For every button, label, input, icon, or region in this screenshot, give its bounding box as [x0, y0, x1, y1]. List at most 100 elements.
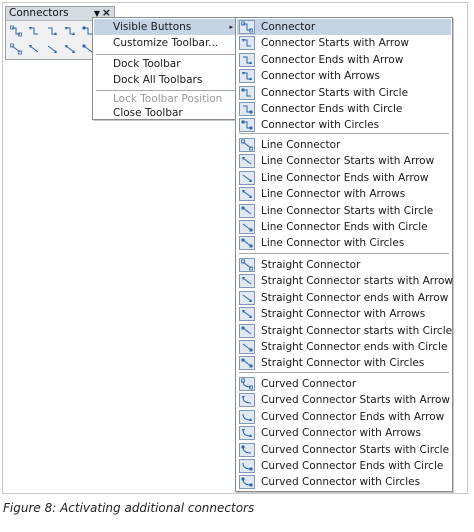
submenu-separator [239, 133, 449, 134]
submenu-item-connector-starts-with-circle[interactable]: Connector Starts with Circle [237, 85, 451, 101]
submenu-item-straight-connector-with-circles[interactable]: Straight Connector with Circles [237, 355, 451, 371]
connector-with-circles-icon [241, 119, 253, 131]
connector-with-arrows-icon [241, 70, 253, 82]
menu-item-dock-toolbar[interactable]: Dock Toolbar [94, 56, 240, 72]
line-connector-starts-arrow-icon[interactable] [28, 43, 42, 55]
submenu-item-connector-with-circles[interactable]: Connector with Circles [237, 117, 451, 133]
submenu-item-connector-ends-with-arrow[interactable]: Connector Ends with Arrow [237, 52, 451, 68]
connector-starts-with-circle-icon [241, 87, 253, 99]
submenu-item-label: Line Connector Starts with Circle [261, 205, 434, 217]
line-connector-icon[interactable] [10, 43, 24, 55]
line-connector-arrows-icon[interactable] [64, 43, 78, 55]
line-connector-icon [241, 139, 253, 151]
submenu-item-curved-connector[interactable]: Curved Connector [237, 376, 451, 392]
menu-item-close-toolbar[interactable]: Close Toolbar [94, 105, 240, 121]
submenu-item-label: Line Connector Ends with Arrow [261, 172, 429, 184]
submenu-item-straight-connector-starts-with-circle[interactable]: Straight Connector starts with Circle [237, 323, 453, 339]
submenu-item-label: Connector [261, 21, 316, 33]
toolbar-title: Connectors [9, 7, 69, 19]
submenu-item-curved-connector-starts-with-circle[interactable]: Curved Connector Starts with Circle [237, 442, 451, 458]
menu-item-dock-all-toolbars[interactable]: Dock All Toolbars [94, 72, 240, 88]
submenu-item-label: Straight Connector starts with Arrow [261, 275, 454, 287]
submenu-item-label: Straight Connector ends with Arrow [261, 292, 449, 304]
straight-connector-icon [241, 259, 253, 271]
submenu-item-label: Curved Connector Starts with Arrow [261, 394, 450, 406]
submenu-item-label: Line Connector Ends with Circle [261, 221, 428, 233]
line-connector-with-arrows-icon [241, 188, 253, 200]
submenu-item-label: Connector Ends with Arrow [261, 54, 404, 66]
line-connector-ends-with-arrow-icon [241, 172, 253, 184]
toolbar-context-menu: Visible Buttons ▸ Customize Toolbar... D… [92, 17, 242, 120]
submenu-item-label: Line Connector with Circles [261, 237, 405, 249]
submenu-item-line-connector-with-arrows[interactable]: Line Connector with Arrows [237, 186, 451, 202]
line-connector-starts-with-circle-icon [241, 205, 253, 217]
submenu-item-label: Straight Connector ends with Circle [261, 341, 448, 353]
submenu-item-label: Curved Connector with Arrows [261, 427, 421, 439]
submenu-item-label: Straight Connector with Circles [261, 357, 425, 369]
figure-caption: Figure 8: Activating additional connecto… [3, 501, 255, 515]
submenu-item-label: Connector with Circles [261, 119, 380, 131]
menu-item-visible-buttons[interactable]: Visible Buttons ▸ [94, 19, 240, 35]
submenu-item-straight-connector[interactable]: Straight Connector [237, 257, 451, 273]
submenu-item-label: Connector with Arrows [261, 70, 380, 82]
submenu-item-straight-connector-with-arrows[interactable]: Straight Connector with Arrows [237, 306, 451, 322]
line-connector-ends-arrow-icon[interactable] [46, 43, 60, 55]
submenu-item-curved-connector-ends-with-circle[interactable]: Curved Connector Ends with Circle [237, 458, 451, 474]
menu-item-customize-toolbar[interactable]: Customize Toolbar... [94, 35, 240, 51]
submenu-item-label: Curved Connector Starts with Circle [261, 444, 450, 456]
submenu-item-label: Connector Ends with Circle [261, 103, 403, 115]
submenu-item-line-connector-ends-with-arrow[interactable]: Line Connector Ends with Arrow [237, 170, 451, 186]
line-connector-starts-with-arrow-icon [241, 155, 253, 167]
submenu-item-curved-connector-ends-with-arrow[interactable]: Curved Connector Ends with Arrow [237, 409, 451, 425]
submenu-item-connector-starts-with-arrow[interactable]: Connector Starts with Arrow [237, 35, 451, 51]
submenu-item-label: Curved Connector Ends with Arrow [261, 411, 445, 423]
submenu-item-connector[interactable]: Connector [237, 19, 451, 35]
submenu-arrow-icon: ▸ [229, 23, 233, 31]
curved-connector-with-circles-icon [241, 476, 253, 488]
straight-connector-ends-with-circle-icon [241, 341, 253, 353]
submenu-item-label: Line Connector with Arrows [261, 188, 406, 200]
line-connector-ends-with-circle-icon [241, 221, 253, 233]
straight-connector-with-arrows-icon [241, 308, 253, 320]
connector-starts-with-arrow-icon [241, 37, 253, 49]
submenu-item-label: Straight Connector [261, 259, 361, 271]
submenu-item-connector-with-arrows[interactable]: Connector with Arrows [237, 68, 451, 84]
curved-connector-icon [241, 378, 253, 390]
submenu-item-label: Straight Connector starts with Circle [261, 325, 453, 337]
submenu-item-curved-connector-with-circles[interactable]: Curved Connector with Circles [237, 474, 451, 490]
submenu-item-line-connector-starts-with-circle[interactable]: Line Connector Starts with Circle [237, 203, 451, 219]
connector-icon [241, 21, 253, 33]
submenu-item-straight-connector-ends-with-circle[interactable]: Straight Connector ends with Circle [237, 339, 451, 355]
submenu-item-label: Curved Connector Ends with Circle [261, 460, 444, 472]
straight-connector-starts-with-arrow-icon [241, 275, 253, 287]
connector-ends-arrow-icon[interactable] [46, 25, 60, 37]
curved-connector-with-arrows-icon [241, 427, 253, 439]
submenu-item-label: Line Connector Starts with Arrow [261, 155, 435, 167]
straight-connector-starts-with-circle-icon [241, 325, 253, 337]
submenu-separator [239, 253, 449, 254]
submenu-item-straight-connector-ends-with-arrow[interactable]: Straight Connector ends with Arrow [237, 290, 451, 306]
connector-arrows-icon[interactable] [64, 25, 78, 37]
submenu-separator [239, 372, 449, 373]
submenu-item-line-connector-with-circles[interactable]: Line Connector with Circles [237, 235, 451, 251]
curved-connector-ends-with-circle-icon [241, 460, 253, 472]
submenu-item-curved-connector-starts-with-arrow[interactable]: Curved Connector Starts with Arrow [237, 392, 451, 408]
submenu-item-straight-connector-starts-with-arrow[interactable]: Straight Connector starts with Arrow [237, 273, 454, 289]
straight-connector-with-circles-icon [241, 357, 253, 369]
submenu-item-label: Connector Starts with Arrow [261, 37, 409, 49]
submenu-item-line-connector-ends-with-circle[interactable]: Line Connector Ends with Circle [237, 219, 451, 235]
submenu-item-curved-connector-with-arrows[interactable]: Curved Connector with Arrows [237, 425, 451, 441]
submenu-item-label: Connector Starts with Circle [261, 87, 409, 99]
curved-connector-ends-with-arrow-icon [241, 411, 253, 423]
menu-separator [96, 54, 238, 55]
submenu-item-connector-ends-with-circle[interactable]: Connector Ends with Circle [237, 101, 451, 117]
connector-ends-with-arrow-icon [241, 54, 253, 66]
connector-starts-arrow-icon[interactable] [28, 25, 42, 37]
visible-buttons-submenu: Connector Connector Starts with Arrow Conn… [235, 17, 453, 492]
connector-icon[interactable] [10, 25, 24, 37]
straight-connector-ends-with-arrow-icon [241, 292, 253, 304]
submenu-item-label: Curved Connector with Circles [261, 476, 421, 488]
submenu-item-line-connector-starts-with-arrow[interactable]: Line Connector Starts with Arrow [237, 153, 451, 169]
submenu-item-line-connector[interactable]: Line Connector [237, 137, 451, 153]
connector-ends-with-circle-icon [241, 103, 253, 115]
